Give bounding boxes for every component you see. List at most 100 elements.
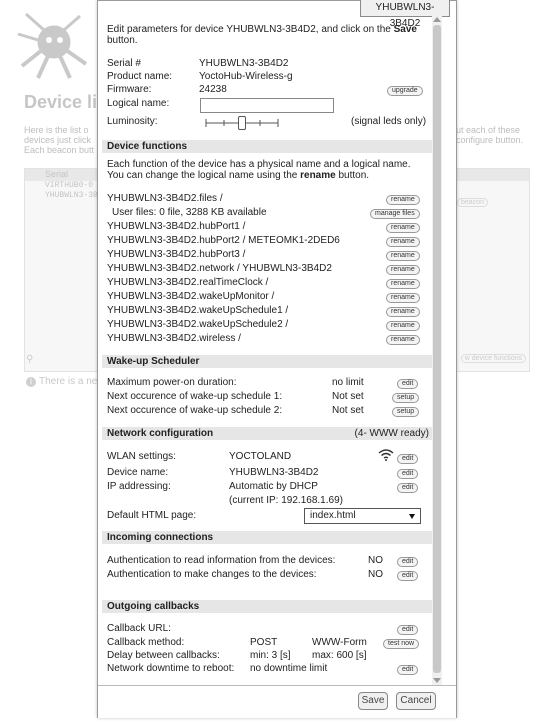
max-power-value: no limit [332, 377, 364, 388]
test-now-button[interactable]: test now [383, 639, 420, 649]
function-row: YHUBWLN3-3B4D2.hubPort2 / METEOMK1-2DED6 [107, 235, 340, 246]
upgrade-button[interactable]: upgrade [387, 86, 423, 96]
wlan-value: YOCTOLAND [229, 451, 292, 462]
scroll-down-icon[interactable] [433, 678, 441, 683]
setup-button[interactable]: setup [392, 407, 420, 417]
auth-read-label: Authentication to read information from … [107, 555, 336, 566]
view-functions-button[interactable]: w device functions [460, 354, 526, 363]
user-files-info: User files: 0 file, 3288 KB available [112, 207, 267, 218]
info-icon: i [26, 377, 36, 387]
manage-files-button[interactable]: manage files [370, 209, 420, 219]
function-row: YHUBWLN3-3B4D2.wireless / [107, 333, 241, 344]
logical-name-label: Logical name: [107, 98, 170, 109]
cancel-button[interactable]: Cancel [396, 692, 436, 710]
wlan-label: WLAN settings: [107, 451, 176, 462]
table-row-actions: beacon [455, 182, 488, 207]
firmware-notice: i There is a new [26, 376, 105, 387]
callback-url-label: Callback URL: [107, 623, 171, 634]
wifi-icon [378, 449, 394, 464]
dialog-footer: Save Cancel [98, 685, 456, 718]
downtime-label: Network downtime to reboot: [107, 663, 235, 674]
next-schedule1-value: Not set [332, 391, 364, 402]
auth-write-value: NO [368, 569, 383, 580]
rename-button[interactable]: rename [386, 307, 420, 317]
section-incoming-connections: Incoming connections [102, 531, 433, 544]
yocto-logo [14, 10, 90, 82]
edit-button[interactable]: edit [397, 557, 419, 567]
callback-delay-max: max: 600 [s] [312, 650, 367, 661]
rename-button[interactable]: rename [386, 223, 420, 233]
function-row: YHUBWLN3-3B4D2.network / YHUBWLN3-3B4D2 [107, 263, 332, 274]
function-row: YHUBWLN3-3B4D2.realTimeClock / [107, 277, 269, 288]
device-name-label: Device name: [107, 467, 169, 478]
functions-description: Each function of the device has a physic… [107, 159, 411, 181]
serial-row: Serial # YHUBWLN3-3B4D2 [107, 58, 289, 69]
beacon-button[interactable]: beacon [457, 198, 488, 207]
auth-read-value: NO [368, 555, 383, 566]
next-schedule1-label: Next occurence of wake-up schedule 1: [107, 391, 283, 402]
edit-button[interactable]: edit [397, 625, 419, 635]
section-network-configuration: Network configuration (4- WWW ready) [102, 427, 433, 440]
dialog-intro: Edit parameters for device YHUBWLN3-3B4D… [107, 24, 417, 46]
next-schedule2-value: Not set [332, 405, 364, 416]
rename-button[interactable]: rename [386, 335, 420, 345]
network-status: (4- WWW ready) [354, 428, 429, 439]
logical-name-input[interactable] [200, 98, 334, 113]
rename-button[interactable]: rename [386, 237, 420, 247]
search-icon[interactable]: ⚲ [26, 354, 33, 365]
current-ip: (current IP: 192.168.1.69) [229, 495, 343, 506]
edit-button[interactable]: edit [397, 469, 419, 479]
html-page-select[interactable]: index.html [304, 508, 421, 524]
ip-label: IP addressing: [107, 481, 171, 492]
section-device-functions: Device functions [102, 140, 433, 153]
callback-delay-label: Delay between callbacks: [107, 650, 220, 661]
luminosity-label: Luminosity: [107, 116, 158, 127]
ip-value: Automatic by DHCP [229, 481, 318, 492]
edit-button[interactable]: edit [397, 454, 419, 464]
save-button[interactable]: Save [358, 692, 388, 710]
page-description: Here is the list o devices just click Ea… [24, 125, 95, 155]
section-outgoing-callbacks: Outgoing callbacks [102, 600, 433, 613]
luminosity-note: (signal leds only) [351, 116, 427, 127]
setup-button[interactable]: setup [392, 393, 420, 403]
firmware-row: Firmware: 24238 [107, 84, 227, 95]
luminosity-thumb[interactable] [238, 116, 246, 130]
edit-button[interactable]: edit [397, 665, 419, 675]
rename-button[interactable]: rename [386, 265, 420, 275]
callback-delay-min: min: 3 [s] [250, 650, 291, 661]
device-name-value: YHUBWLN3-3B4D2 [229, 467, 319, 478]
callback-format-value: WWW-Form [312, 637, 367, 648]
page-description-right: ut each of these configure button. [456, 125, 524, 145]
html-page-label: Default HTML page: [107, 510, 197, 521]
rename-button[interactable]: rename [386, 195, 420, 205]
function-row: YHUBWLN3-3B4D2.wakeUpSchedule1 / [107, 305, 289, 316]
callback-method-value: POST [250, 637, 278, 648]
rename-button[interactable]: rename [386, 321, 420, 331]
dialog-scrollbar[interactable] [432, 15, 442, 685]
product-row: Product name: YoctoHub-Wireless-g [107, 71, 293, 82]
chevron-down-icon [409, 514, 415, 519]
luminosity-slider[interactable] [205, 116, 279, 130]
function-row: YHUBWLN3-3B4D2.hubPort3 / [107, 249, 246, 260]
callback-method-label: Callback method: [107, 637, 185, 648]
edit-button[interactable]: edit [397, 483, 419, 493]
auth-write-label: Authentication to make changes to the de… [107, 569, 317, 580]
scrollbar-thumb[interactable] [433, 25, 441, 673]
max-power-label: Maximum power-on duration: [107, 377, 237, 388]
rename-button[interactable]: rename [386, 251, 420, 261]
rename-button[interactable]: rename [386, 279, 420, 289]
rename-button[interactable]: rename [386, 293, 420, 303]
dialog-content: Edit parameters for device YHUBWLN3-3B4D… [102, 21, 442, 685]
page-title: Device li [24, 92, 98, 112]
scroll-up-icon[interactable] [433, 17, 441, 22]
function-row: YHUBWLN3-3B4D2.wakeUpMonitor / [107, 291, 275, 302]
edit-button[interactable]: edit [397, 571, 419, 581]
section-wakeup-scheduler: Wake-up Scheduler [102, 355, 433, 368]
function-row: YHUBWLN3-3B4D2.hubPort1 / [107, 221, 246, 232]
downtime-value: no downtime limit [250, 663, 328, 674]
edit-button[interactable]: edit [397, 379, 419, 389]
device-config-dialog: YHUBWLN3-3B4D2 Edit parameters for devic… [97, 0, 457, 718]
function-row: YHUBWLN3-3B4D2.wakeUpSchedule2 / [107, 319, 289, 330]
next-schedule2-label: Next occurence of wake-up schedule 2: [107, 405, 283, 416]
function-files: YHUBWLN3-3B4D2.files / [107, 193, 223, 204]
